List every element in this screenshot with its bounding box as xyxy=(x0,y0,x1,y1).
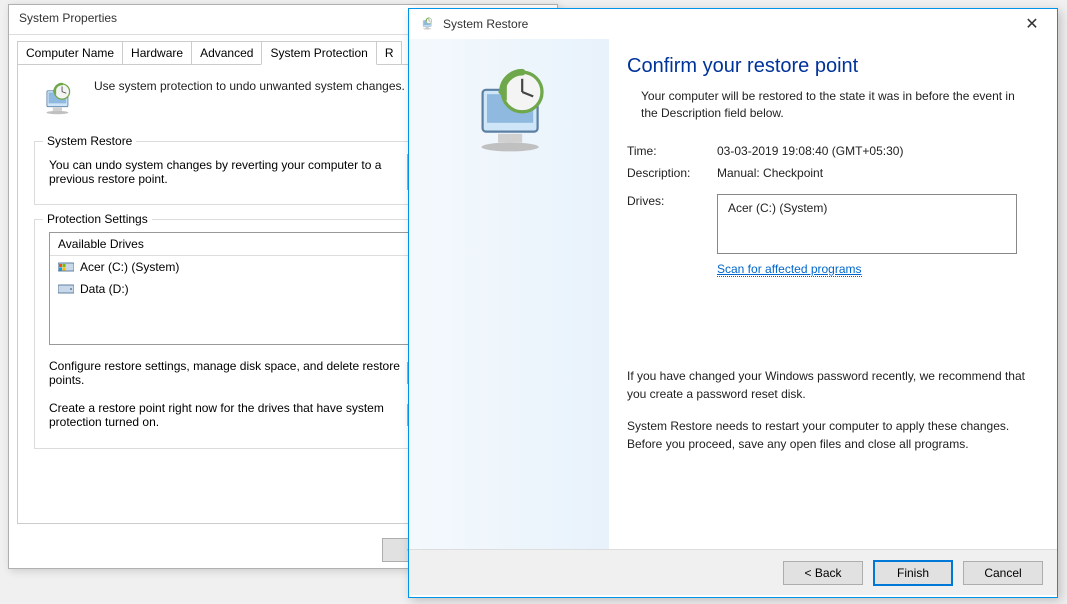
time-label: Time: xyxy=(627,144,717,158)
drives-value: Acer (C:) (System) xyxy=(728,201,827,215)
configure-text: Configure restore settings, manage disk … xyxy=(49,359,407,387)
back-button[interactable]: < Back xyxy=(783,561,863,585)
restore-text: You can undo system changes by reverting… xyxy=(49,158,407,186)
password-note: If you have changed your Windows passwor… xyxy=(627,367,1033,403)
wizard-content: Confirm your restore point Your computer… xyxy=(609,39,1057,549)
tab-system-protection[interactable]: System Protection xyxy=(261,41,376,65)
restore-legend: System Restore xyxy=(43,134,136,148)
tab-advanced[interactable]: Advanced xyxy=(191,41,262,65)
create-text: Create a restore point right now for the… xyxy=(49,401,407,429)
cancel-button[interactable]: Cancel xyxy=(963,561,1043,585)
drives-box: Acer (C:) (System) xyxy=(717,194,1017,254)
tab-computer-name[interactable]: Computer Name xyxy=(17,41,123,65)
restart-note: System Restore needs to restart your com… xyxy=(627,417,1033,453)
wizard-description: Your computer will be restored to the st… xyxy=(641,88,1033,122)
restore-icon xyxy=(419,16,435,32)
tab-remote[interactable]: R xyxy=(376,41,403,65)
drive-name: Data (D:) xyxy=(80,282,129,296)
drives-label: Drives: xyxy=(627,194,717,208)
protection-legend: Protection Settings xyxy=(43,212,152,226)
drive-icon xyxy=(58,283,74,295)
finish-button[interactable]: Finish xyxy=(873,560,953,586)
restore-icon xyxy=(34,79,80,121)
wizard-sidebar xyxy=(409,39,609,549)
restore-icon xyxy=(454,59,564,169)
description-label: Description: xyxy=(627,166,717,180)
system-restore-wizard: System Restore ✕ Confirm your restore po… xyxy=(408,8,1058,598)
time-value: 03-03-2019 19:08:40 (GMT+05:30) xyxy=(717,144,903,158)
tab-hardware[interactable]: Hardware xyxy=(122,41,192,65)
scan-affected-programs-link[interactable]: Scan for affected programs xyxy=(717,262,862,277)
wizard-title: System Restore xyxy=(443,17,1017,31)
drive-name: Acer (C:) (System) xyxy=(80,260,179,274)
close-button[interactable]: ✕ xyxy=(1017,14,1047,34)
drive-icon xyxy=(58,261,74,273)
close-icon: ✕ xyxy=(1025,14,1038,34)
description-value: Manual: Checkpoint xyxy=(717,166,823,180)
col-available-drives: Available Drives xyxy=(50,233,426,255)
wizard-heading: Confirm your restore point xyxy=(627,55,1033,78)
